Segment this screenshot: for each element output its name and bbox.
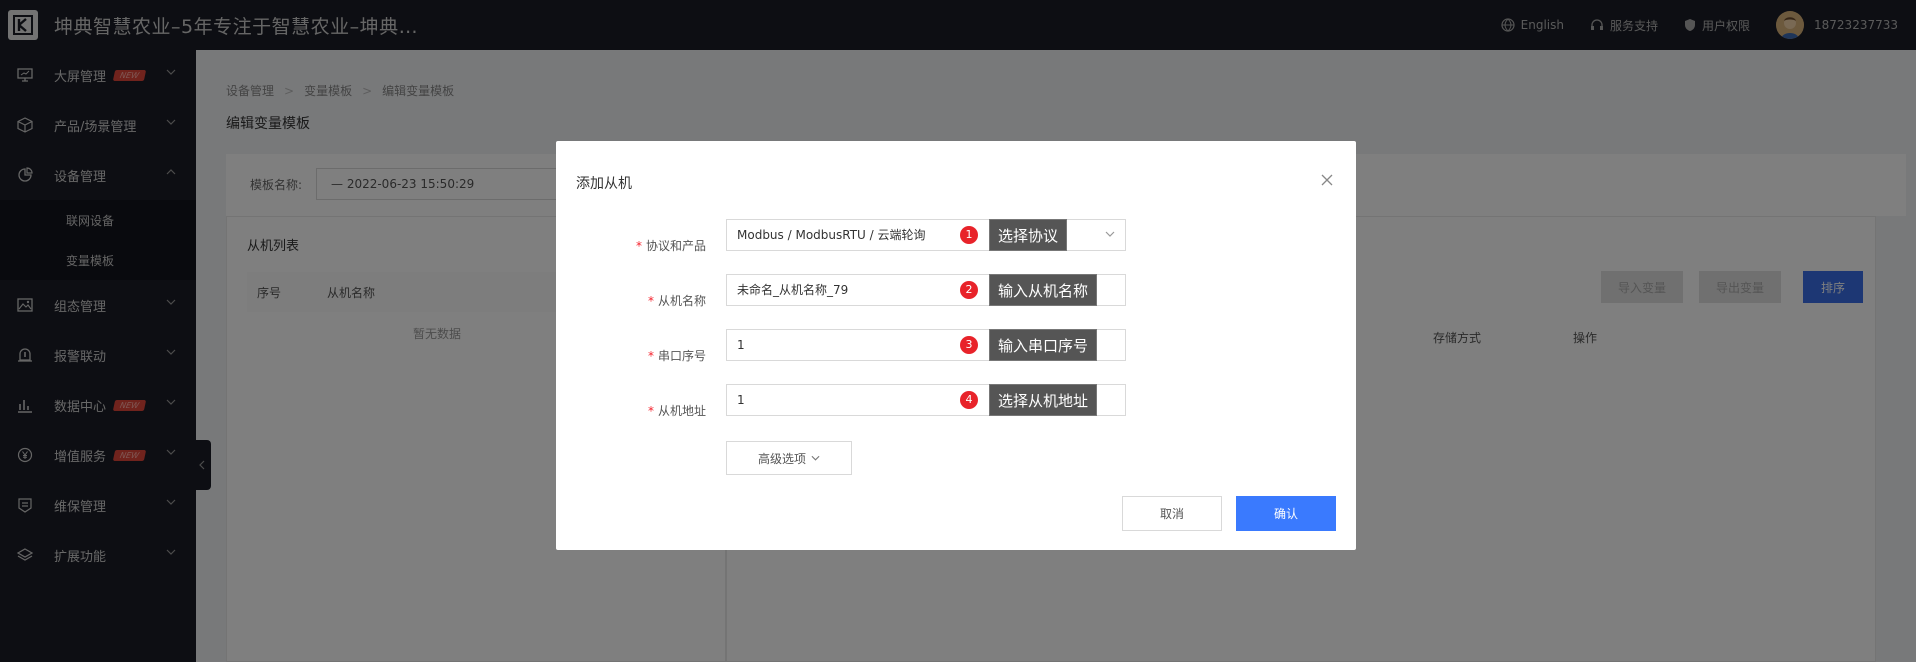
- protocol-value: Modbus / ModbusRTU / 云端轮询: [737, 228, 926, 242]
- chevron-down-icon: [1105, 231, 1115, 237]
- serial-port-label: * 串口序号: [647, 349, 706, 363]
- add-slave-dialog: 添加从机 * 协议和产品 Modbus / ModbusRTU / 云端轮询 1 …: [556, 141, 1356, 550]
- advanced-options-button[interactable]: 高级选项: [726, 441, 852, 475]
- callout-number: 2: [960, 281, 978, 299]
- dialog-title: 添加从机: [576, 176, 632, 192]
- callout-label: 选择协议: [989, 219, 1068, 251]
- callout-number: 1: [960, 226, 978, 244]
- close-icon[interactable]: [1320, 173, 1334, 187]
- callout-label: 输入串口序号: [989, 329, 1098, 361]
- protocol-label: * 协议和产品: [635, 239, 706, 253]
- chevron-down-icon: [811, 455, 820, 461]
- cancel-button[interactable]: 取消: [1122, 496, 1222, 531]
- advanced-options-label: 高级选项: [757, 451, 806, 466]
- callout-number: 4: [960, 391, 978, 409]
- callout-number: 3: [960, 336, 978, 354]
- confirm-button[interactable]: 确认: [1236, 496, 1336, 531]
- callout-label: 选择从机地址: [989, 384, 1098, 416]
- slave-name-label: * 从机名称: [647, 294, 706, 308]
- callout-label: 输入从机名称: [989, 274, 1098, 306]
- slave-address-label: * 从机地址: [647, 404, 706, 418]
